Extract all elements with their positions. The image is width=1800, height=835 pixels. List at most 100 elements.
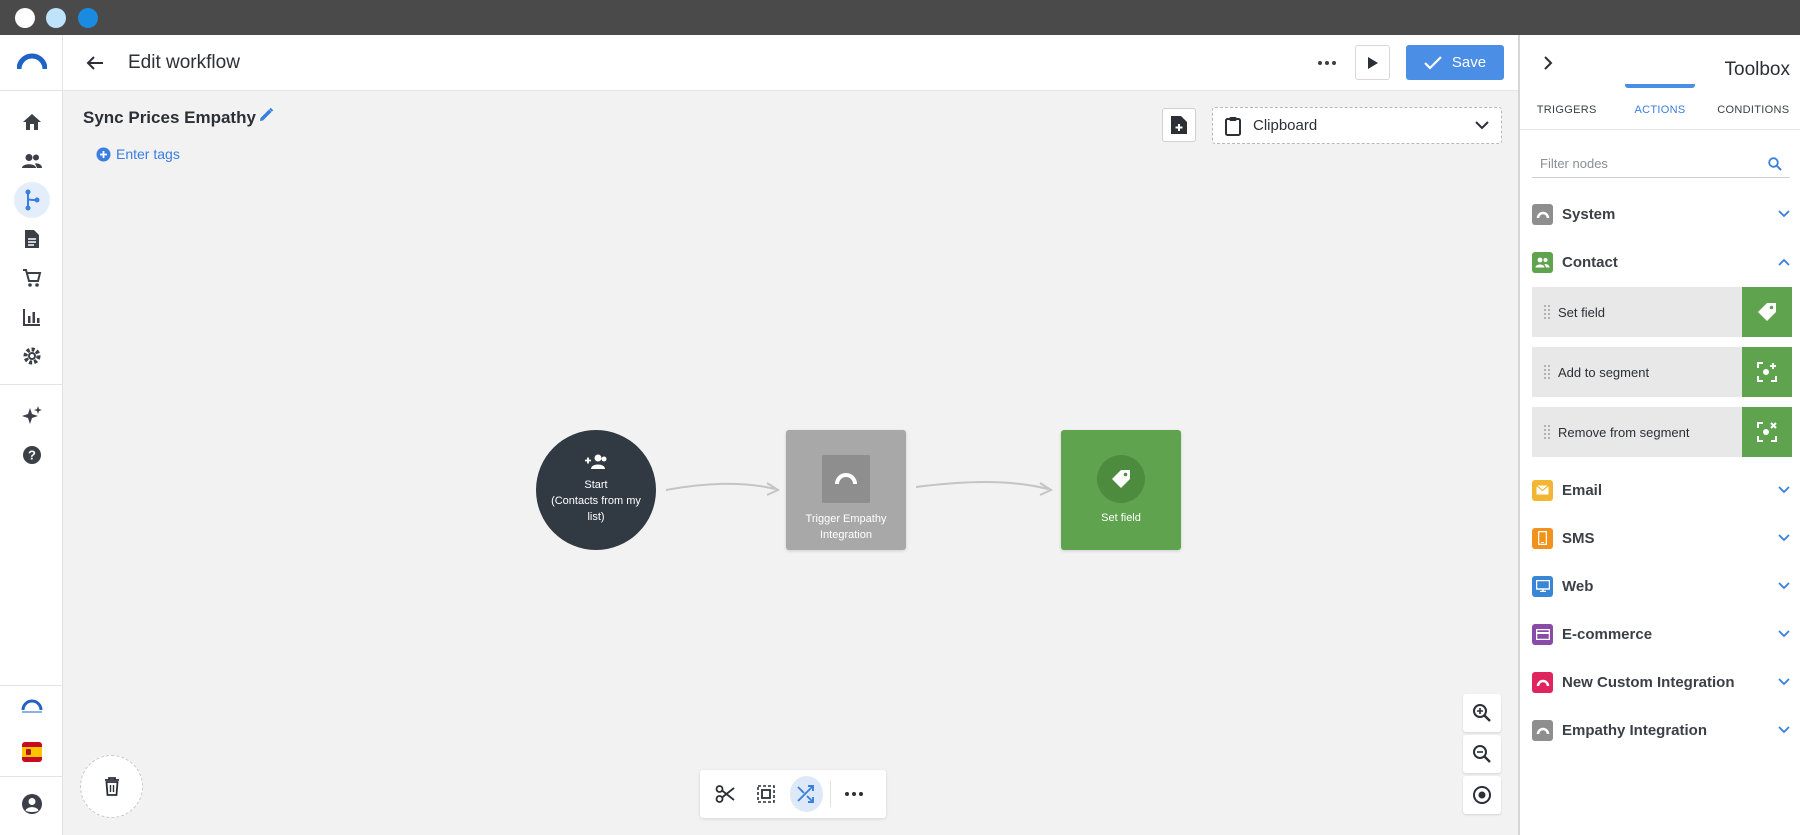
nav-analytics-icon[interactable] bbox=[14, 299, 50, 335]
zoom-out-button[interactable] bbox=[1463, 735, 1501, 773]
category-label: New Custom Integration bbox=[1562, 673, 1735, 691]
drag-handle-icon[interactable] bbox=[1540, 422, 1554, 442]
category-contact[interactable]: Contact bbox=[1532, 247, 1790, 277]
category-empathy-integration[interactable]: Empathy Integration bbox=[1532, 715, 1790, 745]
set-field-node[interactable]: Set field bbox=[1061, 430, 1181, 550]
account-brand-logo-icon[interactable] bbox=[17, 691, 47, 721]
tag-icon bbox=[1097, 455, 1145, 503]
category-label: Web bbox=[1562, 577, 1594, 595]
page-title: Edit workflow bbox=[128, 52, 240, 73]
category-label: Contact bbox=[1562, 253, 1618, 271]
category-label: Empathy Integration bbox=[1562, 721, 1708, 739]
svg-text:?: ? bbox=[28, 448, 36, 463]
play-icon bbox=[1367, 56, 1378, 69]
filter-nodes-field bbox=[1532, 150, 1790, 178]
trigger-integration-node[interactable]: Trigger Empathy Integration bbox=[786, 430, 906, 550]
tab-conditions[interactable]: CONDITIONS bbox=[1707, 90, 1800, 129]
segment-remove-icon bbox=[1742, 407, 1792, 457]
left-navigation: ? bbox=[0, 35, 63, 835]
window-minimize-dot[interactable] bbox=[46, 8, 66, 28]
action-label: Add to segment bbox=[1558, 364, 1650, 380]
save-button[interactable]: Save bbox=[1406, 45, 1504, 80]
window-close-dot[interactable] bbox=[15, 8, 35, 28]
delete-drop-zone[interactable] bbox=[80, 755, 143, 818]
more-tools-icon[interactable] bbox=[837, 776, 871, 812]
select-area-icon[interactable] bbox=[749, 776, 783, 812]
chevron-down-icon bbox=[1778, 726, 1790, 734]
nav-contacts-icon[interactable] bbox=[14, 143, 50, 179]
action-label: Set field bbox=[1558, 304, 1605, 320]
action-set-field[interactable]: Set field bbox=[1532, 287, 1792, 337]
category-label: Email bbox=[1562, 481, 1603, 499]
integration-arc-icon bbox=[822, 455, 870, 503]
system-category-icon bbox=[1532, 203, 1553, 225]
recenter-icon bbox=[1473, 786, 1491, 804]
contact-category-icon bbox=[1532, 251, 1553, 273]
run-workflow-button[interactable] bbox=[1355, 45, 1390, 80]
language-flag-icon[interactable] bbox=[22, 742, 42, 762]
drag-handle-icon[interactable] bbox=[1540, 302, 1554, 322]
tag-icon bbox=[1742, 287, 1792, 337]
tab-actions[interactable]: ACTIONS bbox=[1613, 84, 1706, 129]
action-add-to-segment[interactable]: Add to segment bbox=[1532, 347, 1792, 397]
nav-home-icon[interactable] bbox=[14, 104, 50, 140]
zoom-out-icon bbox=[1473, 745, 1491, 763]
nav-workflows-icon[interactable] bbox=[14, 182, 50, 218]
canvas-toolbar bbox=[700, 770, 886, 818]
auto-layout-shuffle-icon[interactable] bbox=[789, 776, 824, 812]
category-web[interactable]: Web bbox=[1532, 571, 1790, 601]
toolbox-panel: Toolbox TRIGGERS ACTIONS CONDITIONS Syst… bbox=[1518, 35, 1800, 835]
start-node-title: Start bbox=[584, 479, 608, 492]
filter-nodes-input[interactable] bbox=[1532, 156, 1768, 171]
toolbox-tabs: TRIGGERS ACTIONS CONDITIONS bbox=[1520, 84, 1800, 130]
chevron-down-icon bbox=[1778, 630, 1790, 638]
category-email[interactable]: Email bbox=[1532, 475, 1790, 505]
nav-settings-icon[interactable] bbox=[14, 338, 50, 374]
start-node[interactable]: Start (Contacts from my list) bbox=[536, 430, 656, 550]
chevron-down-icon bbox=[1778, 678, 1790, 686]
nav-help-icon[interactable]: ? bbox=[14, 437, 50, 473]
app-logo-icon[interactable] bbox=[14, 44, 50, 80]
start-node-subtitle: (Contacts from my list) bbox=[551, 495, 641, 523]
category-label: SMS bbox=[1562, 529, 1595, 547]
zoom-in-button[interactable] bbox=[1463, 694, 1501, 732]
center-view-button[interactable] bbox=[1463, 776, 1501, 814]
trigger-node-label: Trigger Empathy Integration bbox=[805, 513, 887, 541]
toolbox-title: Toolbox bbox=[1724, 59, 1791, 80]
set-field-node-label: Set field bbox=[1101, 512, 1141, 524]
nav-cart-icon[interactable] bbox=[14, 260, 50, 296]
window-titlebar bbox=[0, 0, 1800, 35]
search-icon bbox=[1768, 156, 1782, 171]
category-ecommerce[interactable]: E-commerce bbox=[1532, 619, 1790, 649]
window-maximize-dot[interactable] bbox=[78, 8, 98, 28]
credit-card-icon bbox=[1532, 623, 1553, 645]
sms-phone-icon bbox=[1532, 527, 1553, 549]
user-account-icon[interactable] bbox=[14, 786, 50, 822]
category-system[interactable]: System bbox=[1532, 199, 1790, 229]
drag-handle-icon[interactable] bbox=[1540, 362, 1554, 382]
nav-ai-sparkle-icon[interactable] bbox=[14, 398, 50, 434]
web-monitor-icon bbox=[1532, 575, 1553, 597]
segment-add-icon bbox=[1742, 347, 1792, 397]
empathy-integration-icon bbox=[1532, 719, 1553, 741]
category-sms[interactable]: SMS bbox=[1532, 523, 1790, 553]
chevron-down-icon bbox=[1778, 486, 1790, 494]
more-options-icon[interactable] bbox=[1313, 49, 1341, 77]
chevron-down-icon bbox=[1778, 582, 1790, 590]
category-label: System bbox=[1562, 205, 1616, 223]
chevron-down-icon bbox=[1778, 534, 1790, 542]
add-contacts-icon bbox=[585, 454, 607, 470]
workflow-canvas[interactable]: Sync Prices Empathy Enter tags Clipboard… bbox=[63, 91, 1518, 835]
top-header: Edit workflow Save bbox=[63, 35, 1518, 91]
action-remove-from-segment[interactable]: Remove from segment bbox=[1532, 407, 1792, 457]
email-category-icon bbox=[1532, 479, 1553, 501]
category-label: E-commerce bbox=[1562, 625, 1653, 643]
custom-integration-icon bbox=[1532, 671, 1553, 693]
nav-content-icon[interactable] bbox=[14, 221, 50, 257]
category-new-custom-integration[interactable]: New Custom Integration bbox=[1532, 667, 1790, 697]
cut-scissors-icon[interactable] bbox=[708, 776, 742, 812]
tab-triggers[interactable]: TRIGGERS bbox=[1520, 90, 1613, 129]
chevron-down-icon bbox=[1778, 210, 1790, 218]
collapse-chevron-right-icon[interactable] bbox=[1536, 51, 1560, 75]
back-arrow-icon[interactable] bbox=[81, 49, 109, 77]
